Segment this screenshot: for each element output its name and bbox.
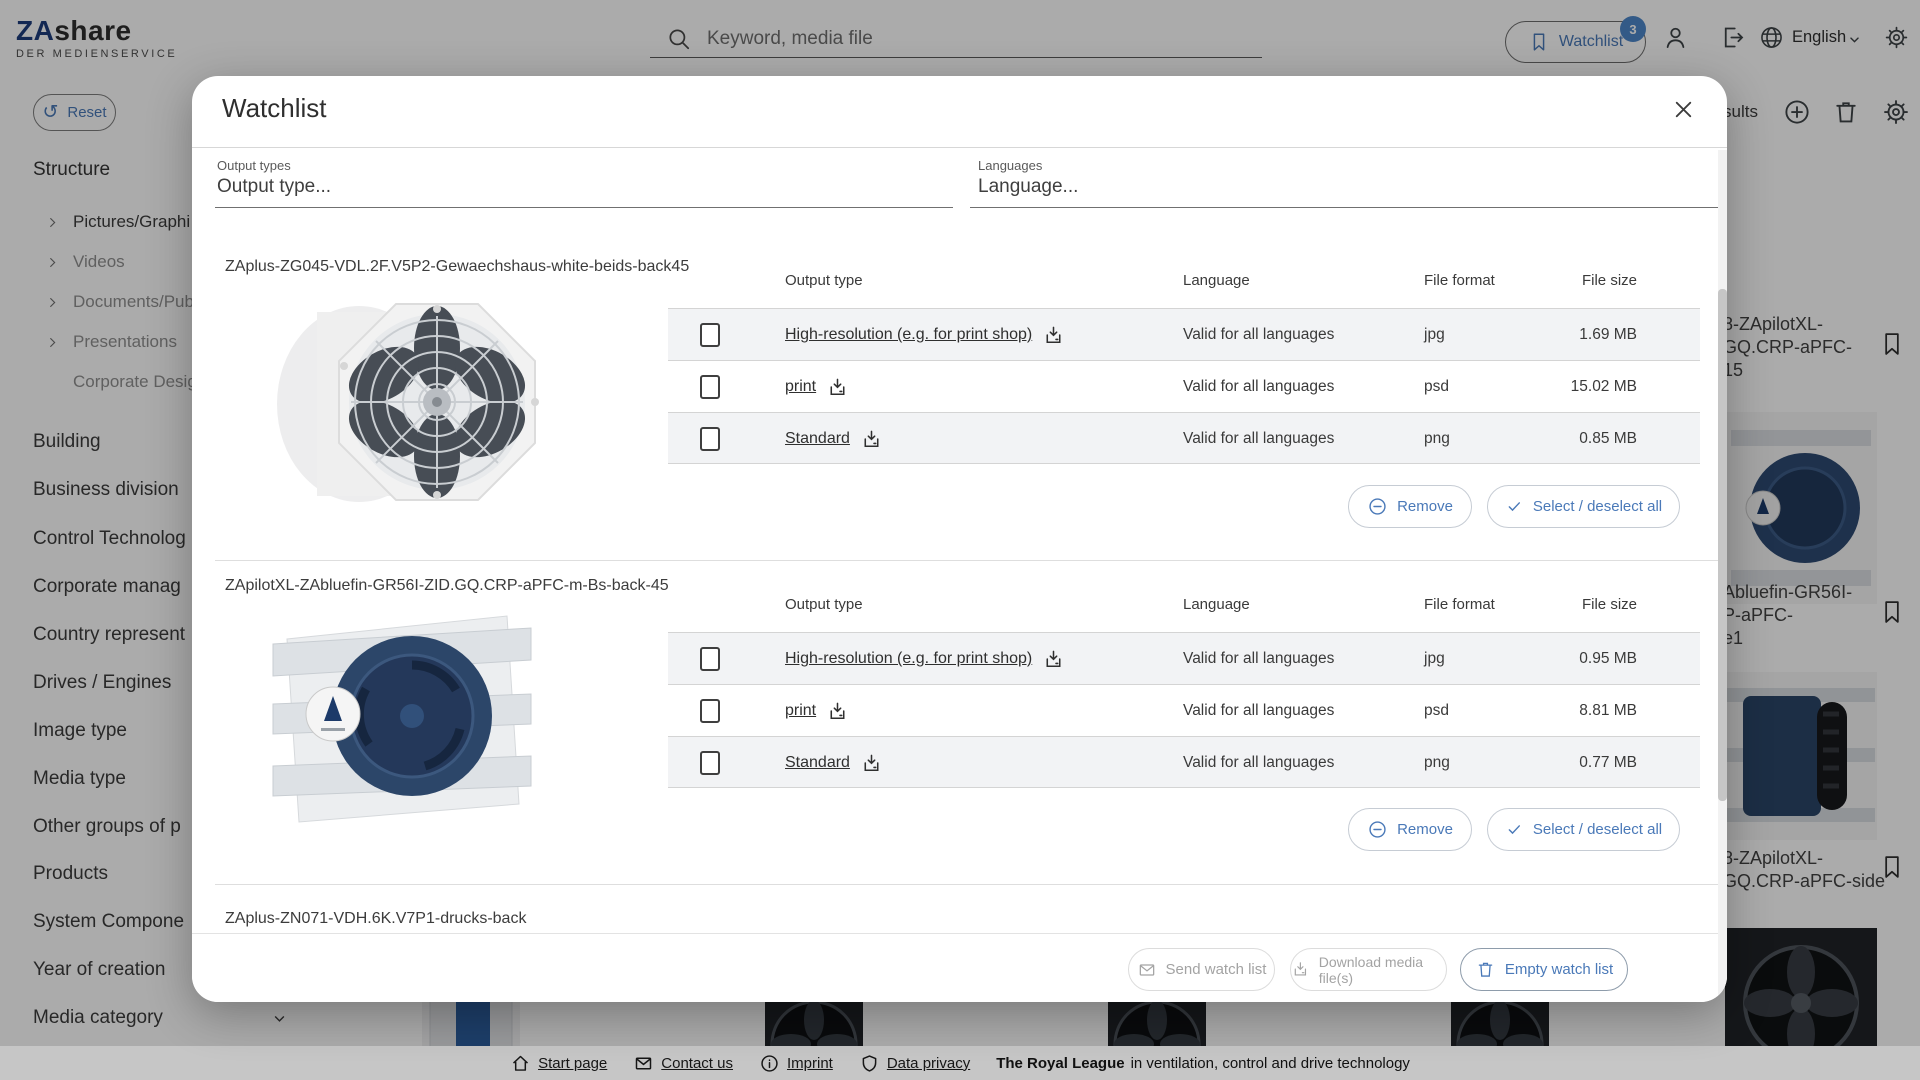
row-language: Valid for all languages bbox=[1183, 685, 1334, 737]
col-file-format: File format bbox=[1424, 272, 1495, 289]
envelope-icon bbox=[633, 1053, 654, 1074]
minus-circle-icon bbox=[1367, 496, 1388, 517]
row-format: png bbox=[1424, 413, 1450, 465]
product-name: ZAplus-ZG045-VDL.2F.V5P2-Gewaechshaus-wh… bbox=[225, 258, 689, 276]
row-checkbox[interactable] bbox=[700, 375, 720, 399]
row-checkbox[interactable] bbox=[700, 647, 720, 671]
divider bbox=[192, 147, 1727, 148]
modal-scrollbar-track[interactable] bbox=[1718, 150, 1727, 1002]
col-file-size: File size bbox=[1582, 272, 1637, 289]
row-format: psd bbox=[1424, 361, 1449, 413]
divider bbox=[215, 884, 1718, 885]
output-type-link[interactable]: High-resolution (e.g. for print shop) bbox=[785, 650, 1032, 668]
table-row: High-resolution (e.g. for print shop) Va… bbox=[668, 308, 1700, 360]
output-type-link[interactable]: High-resolution (e.g. for print shop) bbox=[785, 326, 1032, 344]
row-format: jpg bbox=[1424, 309, 1445, 361]
product-image-axial-fan bbox=[247, 282, 557, 522]
close-icon[interactable] bbox=[1670, 96, 1697, 123]
table-row: High-resolution (e.g. for print shop) Va… bbox=[668, 632, 1700, 684]
row-language: Valid for all languages bbox=[1183, 361, 1334, 413]
modal-title: Watchlist bbox=[222, 93, 327, 124]
table-header-row: Output type Language File format File si… bbox=[668, 272, 1700, 298]
table-header-row: Output type Language File format File si… bbox=[668, 596, 1700, 622]
col-file-format: File format bbox=[1424, 596, 1495, 613]
footer-link-data-privacy[interactable]: Data privacy bbox=[859, 1053, 970, 1074]
empty-watch-list-button[interactable]: Empty watch list bbox=[1460, 948, 1628, 991]
page-footer: Start page Contact us Imprint Data priva… bbox=[0, 1046, 1920, 1080]
info-icon bbox=[759, 1053, 780, 1074]
remove-button[interactable]: Remove bbox=[1348, 485, 1472, 528]
select-deselect-all-button[interactable]: Select / deselect all bbox=[1487, 808, 1680, 851]
trash-icon bbox=[1475, 959, 1496, 980]
col-language: Language bbox=[1183, 272, 1250, 289]
languages-filter-label: Languages bbox=[978, 158, 1042, 173]
download-media-files-button[interactable]: Download media file(s) bbox=[1290, 948, 1447, 991]
row-checkbox[interactable] bbox=[700, 751, 720, 775]
modal-footer: Send watch list Download media file(s) E… bbox=[192, 934, 1727, 1002]
row-size: 8.81 MB bbox=[1579, 685, 1637, 737]
row-checkbox[interactable] bbox=[700, 427, 720, 451]
product-image-centrifugal-fan bbox=[257, 604, 547, 832]
check-icon bbox=[1505, 820, 1524, 839]
row-language: Valid for all languages bbox=[1183, 413, 1334, 465]
product-name: ZAplus-ZN071-VDH.6K.V7P1-drucks-back bbox=[225, 910, 526, 928]
row-format: psd bbox=[1424, 685, 1449, 737]
send-watch-list-button[interactable]: Send watch list bbox=[1128, 948, 1275, 991]
output-types-filter-label: Output types bbox=[217, 158, 291, 173]
footer-link-start-page[interactable]: Start page bbox=[510, 1053, 607, 1074]
row-language: Valid for all languages bbox=[1183, 309, 1334, 361]
select-deselect-all-button[interactable]: Select / deselect all bbox=[1487, 485, 1680, 528]
output-table: Output type Language File format File si… bbox=[668, 272, 1700, 516]
download-icon[interactable] bbox=[826, 376, 849, 399]
row-size: 0.95 MB bbox=[1579, 633, 1637, 685]
col-output-type: Output type bbox=[785, 596, 863, 613]
download-icon[interactable] bbox=[1042, 324, 1065, 347]
row-size: 0.77 MB bbox=[1579, 737, 1637, 789]
table-row: Standard Valid for all languages png 0.7… bbox=[668, 736, 1700, 788]
download-icon[interactable] bbox=[1042, 648, 1065, 671]
home-icon bbox=[510, 1053, 531, 1074]
download-icon[interactable] bbox=[826, 700, 849, 723]
minus-circle-icon bbox=[1367, 819, 1388, 840]
row-size: 0.85 MB bbox=[1579, 413, 1637, 465]
languages-filter[interactable]: Language... bbox=[978, 176, 1078, 198]
row-language: Valid for all languages bbox=[1183, 633, 1334, 685]
row-format: jpg bbox=[1424, 633, 1445, 685]
row-language: Valid for all languages bbox=[1183, 737, 1334, 789]
output-types-filter[interactable]: Output type... bbox=[217, 176, 331, 198]
output-type-link[interactable]: print bbox=[785, 702, 816, 720]
output-type-link[interactable]: Standard bbox=[785, 430, 850, 448]
page: ZAshare DER MEDIENSERVICE Watchlist 3 En… bbox=[0, 0, 1920, 1080]
row-format: png bbox=[1424, 737, 1450, 789]
download-icon bbox=[1291, 959, 1310, 980]
footer-link-contact-us[interactable]: Contact us bbox=[633, 1053, 733, 1074]
output-table: Output type Language File format File si… bbox=[668, 596, 1700, 840]
download-icon[interactable] bbox=[860, 428, 883, 451]
remove-button[interactable]: Remove bbox=[1348, 808, 1472, 851]
product-name: ZApilotXL-ZAbluefin-GR56I-ZID.GQ.CRP-aPF… bbox=[225, 577, 669, 595]
col-file-size: File size bbox=[1582, 596, 1637, 613]
filter-underline bbox=[970, 207, 1718, 208]
envelope-icon bbox=[1137, 960, 1157, 980]
output-type-link[interactable]: Standard bbox=[785, 754, 850, 772]
row-size: 15.02 MB bbox=[1571, 361, 1637, 413]
watchlist-modal: Watchlist Output types Output type... La… bbox=[192, 76, 1727, 1002]
output-type-link[interactable]: print bbox=[785, 378, 816, 396]
row-checkbox[interactable] bbox=[700, 323, 720, 347]
table-row: Standard Valid for all languages png 0.8… bbox=[668, 412, 1700, 464]
filter-underline bbox=[215, 207, 953, 208]
shield-icon bbox=[859, 1053, 880, 1074]
divider bbox=[215, 560, 1718, 561]
row-size: 1.69 MB bbox=[1579, 309, 1637, 361]
footer-link-imprint[interactable]: Imprint bbox=[759, 1053, 833, 1074]
col-output-type: Output type bbox=[785, 272, 863, 289]
check-icon bbox=[1505, 497, 1524, 516]
footer-brand-tagline: The Royal League in ventilation, control… bbox=[996, 1055, 1410, 1072]
col-language: Language bbox=[1183, 596, 1250, 613]
table-row: print Valid for all languages psd 8.81 M… bbox=[668, 684, 1700, 736]
row-checkbox[interactable] bbox=[700, 699, 720, 723]
modal-scrollbar-thumb[interactable] bbox=[1718, 289, 1727, 801]
table-row: print Valid for all languages psd 15.02 … bbox=[668, 360, 1700, 412]
download-icon[interactable] bbox=[860, 752, 883, 775]
